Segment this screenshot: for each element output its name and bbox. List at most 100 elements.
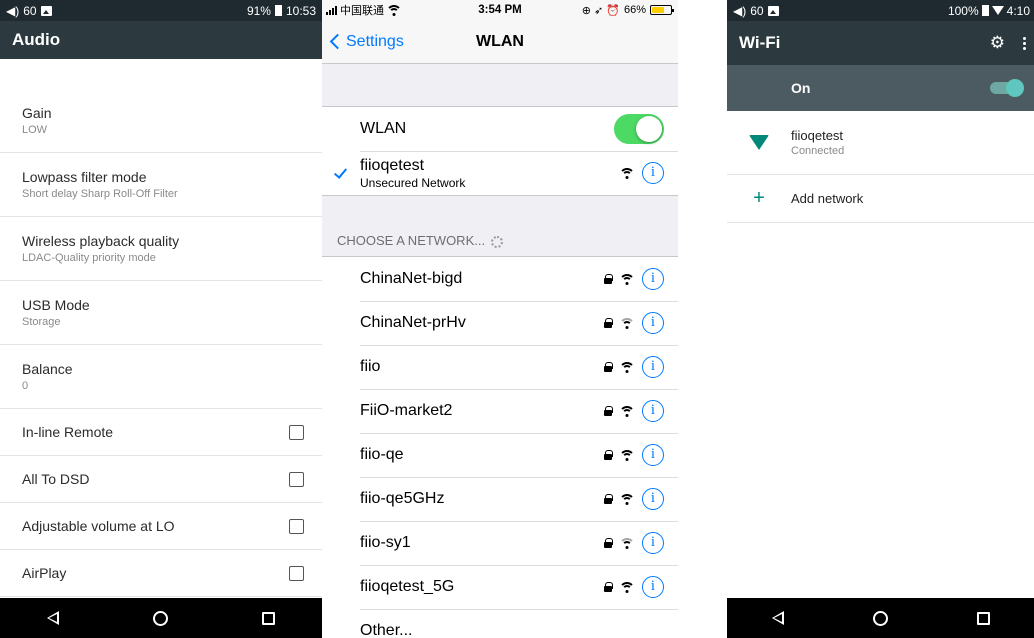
section-header: CHOOSE A NETWORK... [322,196,678,256]
ios-wlan-screen: 中国联通 3:54 PM ⊕ ➶ ⏰ 66% Settings WLAN WLA… [322,0,678,638]
wifi-master-switch-bar[interactable]: On [727,65,1034,111]
info-icon[interactable]: i [642,532,664,554]
plus-icon: + [753,187,765,209]
wifi-status-icon [387,4,401,16]
battery-percent: 91% [246,3,271,18]
battery-percent: 100% [947,3,979,18]
setting-title: Wireless playback quality [22,233,180,249]
ios-status-bar: 中国联通 3:54 PM ⊕ ➶ ⏰ 66% [322,0,678,20]
home-icon[interactable] [872,610,888,626]
setting-adjustable-volume-lo[interactable]: Adjustable volume at LO [0,503,322,550]
setting-title: USB Mode [22,297,90,313]
battery-percent: 66% [623,4,646,16]
volume-level: 60 [750,3,764,18]
status-bar: ◀) 60 100% 4:10 [727,0,1034,21]
lock-icon [604,494,613,504]
network-row[interactable]: fiio-qe i [322,433,678,477]
network-name: FiiO-market2 [360,402,453,419]
setting-balance[interactable]: Balance 0 [0,345,322,409]
volume-icon: ◀) [6,3,20,18]
wlan-toggle-section: WLAN fiioqetest Unsecured Network i [322,106,678,196]
info-icon[interactable]: i [642,162,664,184]
lock-icon [604,362,613,372]
setting-title: Lowpass filter mode [22,169,147,185]
network-row[interactable]: ChinaNet-bigd i [322,257,678,301]
all-to-dsd-checkbox[interactable] [289,471,304,487]
network-name: fiio [360,358,381,375]
image-notification-icon [40,5,52,16]
info-icon[interactable]: i [642,268,664,290]
cell-signal-icon [326,5,337,15]
add-network-row[interactable]: + Add network [727,175,1034,223]
app-bar: Wi-Fi ⚙ [727,21,1034,65]
setting-wireless-playback-quality[interactable]: Wireless playback quality LDAC-Quality p… [0,217,322,281]
info-icon[interactable]: i [642,356,664,378]
setting-title: Gain [22,105,52,121]
network-row[interactable]: fiio i [322,345,678,389]
info-icon[interactable]: i [642,488,664,510]
image-notification-icon [767,5,779,16]
page-title: Audio [0,21,322,59]
network-row[interactable]: fiio-sy1 i [322,521,678,565]
setting-value: Storage [22,316,61,328]
wifi-signal-icon [620,537,634,549]
network-row[interactable]: ChinaNet-prHv i [322,301,678,345]
lock-icon [604,538,613,548]
on-label: On [791,80,811,96]
wifi-signal-icon [620,273,634,285]
connected-network-row[interactable]: fiioqetest Connected [727,111,1034,175]
recents-icon[interactable] [976,611,990,625]
android-wifi-screen: ◀) 60 100% 4:10 Wi-Fi ⚙ On fiioqetest Co… [727,0,1034,638]
connected-network-row[interactable]: fiioqetest Unsecured Network i [322,151,678,195]
battery-icon [650,5,674,15]
setting-title: In-line Remote [22,424,114,440]
wifi-signal-icon [620,361,634,373]
network-name: fiio-qe [360,446,404,463]
airplay-checkbox[interactable] [289,565,304,581]
network-row[interactable]: fiio-qe5GHz i [322,477,678,521]
wlan-toggle-row: WLAN [322,107,678,151]
wlan-label: WLAN [360,120,407,137]
recents-icon[interactable] [262,611,275,625]
back-icon[interactable] [47,611,59,625]
wifi-status-icon [991,6,1004,15]
other-network-row[interactable]: Other... [322,609,678,638]
network-name: fiioqetest [360,156,425,174]
ios-nav-bar: Settings WLAN [322,20,678,64]
network-row[interactable]: fiioqetest_5G i [322,565,678,609]
wifi-signal-icon [620,581,634,593]
more-options-icon[interactable] [1023,36,1026,50]
setting-usb-mode[interactable]: USB Mode Storage [0,281,322,345]
wifi-signal-icon [620,405,634,417]
volume-icon: ◀) [733,3,747,18]
info-icon[interactable]: i [642,312,664,334]
info-icon[interactable]: i [642,444,664,466]
setting-lowpass-filter-mode[interactable]: Lowpass filter mode Short delay Sharp Ro… [0,153,322,217]
setting-airplay[interactable]: AirPlay [0,550,322,597]
setting-gain[interactable]: Gain LOW [0,89,322,153]
gear-icon[interactable]: ⚙ [990,33,1005,53]
setting-all-to-dsd[interactable]: All To DSD [0,456,322,503]
back-label: Settings [346,32,404,50]
network-name: ChinaNet-bigd [360,270,463,287]
lock-icon [604,274,613,284]
other-network-label: Other... [360,622,413,638]
wlan-toggle[interactable] [614,114,664,144]
setting-value: Short delay Sharp Roll-Off Filter [22,188,178,200]
setting-value: LDAC-Quality priority mode [22,252,156,264]
setting-inline-remote[interactable]: In-line Remote [0,409,322,456]
back-button[interactable]: Settings [322,33,404,51]
info-icon[interactable]: i [642,400,664,422]
inline-remote-checkbox[interactable] [289,424,304,440]
info-icon[interactable]: i [642,576,664,598]
add-network-label: Add network [791,191,864,206]
wifi-signal-icon [620,449,634,461]
lock-icon [604,582,613,592]
adjustable-volume-checkbox[interactable] [289,518,304,534]
back-icon[interactable] [771,611,784,625]
network-row[interactable]: FiiO-market2 i [322,389,678,433]
network-name: fiioqetest_5G [360,578,455,595]
network-status: Connected [791,145,845,157]
wifi-switch[interactable] [990,79,1024,97]
home-icon[interactable] [153,610,168,626]
